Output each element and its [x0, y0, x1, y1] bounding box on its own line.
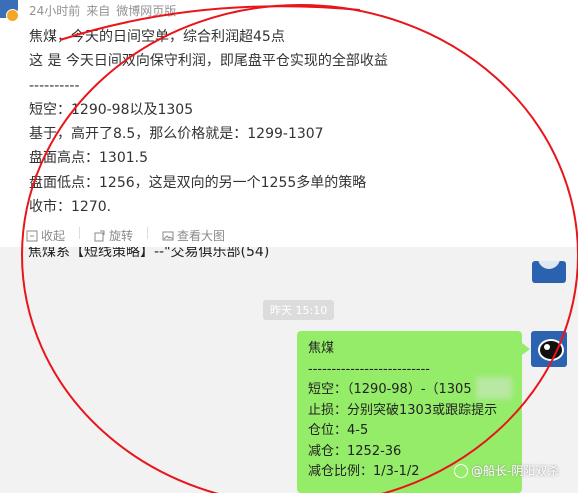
- message-line: 减仓：1252-36: [308, 443, 402, 459]
- weibo-post: 24小时前 来自 微博网页版 焦煤，今天的日间空单，综合利润超45点 这 是 今天日…: [0, 0, 578, 226]
- post-line: 盘面高点：1301.5: [29, 150, 148, 167]
- post-line: 这 是 今天日间双向保守利润，即尾盘平仓实现的全部收益: [29, 53, 388, 70]
- post-text: 焦煤，今天的日间空单，综合利润超45点 这 是 今天日间双向保守利润，即尾盘平仓…: [29, 25, 549, 219]
- message-line: 焦煤: [308, 341, 335, 356]
- message-line: 仓位：4-5: [308, 423, 369, 438]
- image-icon: [162, 231, 174, 240]
- divider: [147, 227, 149, 239]
- message-line: 止损：分别突破1303或跟踪提示: [308, 402, 498, 418]
- view-large-label: 查看大图: [177, 229, 226, 243]
- watermark-text: @船长-阴阳双杀: [471, 464, 560, 478]
- view-large-button[interactable]: 查看大图: [162, 227, 225, 244]
- post-time[interactable]: 24小时前: [29, 4, 80, 18]
- divider: [79, 227, 81, 239]
- post-line: 焦煤，今天的日间空单，综合利润超45点: [29, 29, 285, 45]
- avatar-figure-icon: [538, 339, 564, 361]
- chat-timestamp: 昨天 15:10: [263, 300, 335, 320]
- post-line: 基于，高开了8.5，那么价格就是：1299-1307: [29, 126, 324, 143]
- chat-avatar-top: [532, 261, 566, 283]
- collect-label: 收起: [41, 229, 66, 243]
- rotate-label: 旋转: [109, 229, 134, 243]
- rotate-icon: [94, 230, 105, 241]
- chat-avatar: [531, 331, 567, 367]
- post-from-label: 来自: [86, 4, 111, 18]
- chat-screenshot-image[interactable]: 焦煤系【短线策略】--"交易俱乐部(54) 昨天 15:10 焦煤 ------…: [0, 247, 578, 493]
- post-meta: 24小时前 来自 微博网页版: [29, 2, 182, 19]
- message-line: 短空：（1290-98）-（1305: [308, 382, 472, 397]
- message-line: --------------------------: [308, 361, 430, 377]
- blurred-region: [476, 377, 512, 399]
- post-line: 盘面低点：1256，这是双向的另一个1255多单的策略: [29, 174, 367, 191]
- weibo-logo-icon: [454, 463, 468, 478]
- verified-badge-icon: [6, 9, 19, 22]
- collapse-icon: [26, 230, 38, 241]
- rotate-button[interactable]: 旋转: [94, 227, 133, 244]
- collect-button[interactable]: 收起: [26, 227, 65, 244]
- post-client[interactable]: 微博网页版: [116, 4, 176, 18]
- post-line: ----------: [29, 77, 80, 94]
- weibo-watermark: @船长-阴阳双杀: [454, 462, 559, 479]
- chat-group-header: 焦煤系【短线策略】--"交易俱乐部(54): [28, 244, 270, 260]
- post-line: 收市：1270.: [29, 199, 112, 216]
- post-line: 短空：1290-98以及1305: [29, 101, 194, 118]
- avatar-eye-icon: [544, 344, 550, 350]
- image-actions: 收起 旋转 查看大图: [26, 227, 225, 244]
